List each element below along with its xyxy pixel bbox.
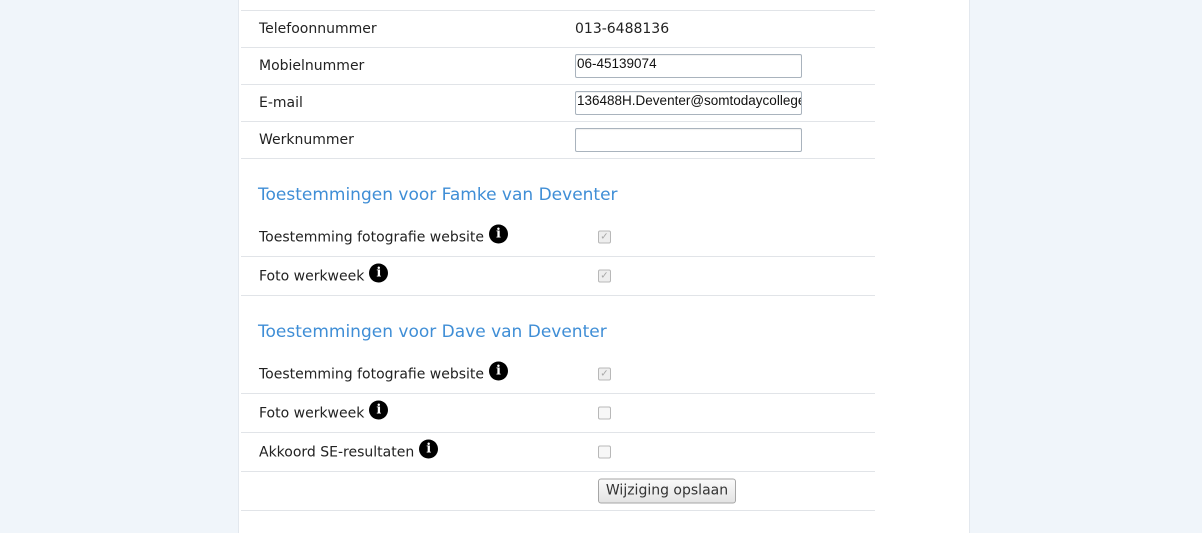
permission-label-text: Foto werkweek <box>259 268 365 284</box>
permission-row: Foto werkweek i <box>241 393 875 432</box>
email-label: E-mail <box>259 95 303 111</box>
permission-label-text: Foto werkweek <box>259 405 365 421</box>
label-cell <box>241 0 558 10</box>
work-label: Werknummer <box>259 132 354 148</box>
save-row: Wijziging opslaan <box>241 471 875 510</box>
label-cell: Foto werkweek i <box>241 394 558 432</box>
phone-label: Telefoonnummer <box>259 21 377 37</box>
permission-label-text: Akkoord SE-resultaten <box>259 444 415 460</box>
permission-row: Akkoord SE-resultaten i <box>241 432 875 471</box>
divider <box>241 510 875 512</box>
section-title-dave: Toestemmingen voor Dave van Deventer <box>241 295 875 355</box>
section-title-text: Toestemmingen voor Dave van Deventer <box>258 322 607 342</box>
permission-checkbox[interactable] <box>598 406 611 420</box>
value-cell <box>558 433 875 471</box>
mobile-label: Mobielnummer <box>259 58 365 74</box>
info-icon[interactable]: i <box>489 361 509 381</box>
permission-checkbox[interactable]: ✓ <box>598 269 611 283</box>
permission-row: Toestemming fotografie website i ✓ <box>241 218 875 256</box>
value-cell: 136488H.Deventer@somtodaycollege <box>558 85 875 121</box>
save-button[interactable]: Wijziging opslaan <box>598 478 736 504</box>
phone-row: Telefoonnummer 013-6488136 <box>241 10 875 47</box>
permission-label: Foto werkweek i <box>259 263 389 286</box>
label-cell: Toestemming fotografie website i <box>241 355 558 393</box>
value-cell: ✓ <box>558 355 875 393</box>
work-row: Werknummer <box>241 121 875 158</box>
permission-label-text: Toestemming fotografie website <box>259 229 485 245</box>
label-cell: Mobielnummer <box>241 48 558 84</box>
value-cell <box>558 0 875 10</box>
info-icon[interactable]: i <box>369 400 389 420</box>
value-cell <box>558 122 875 158</box>
page-panel: Telefoonnummer 013-6488136 Mobielnummer … <box>238 0 970 533</box>
permission-label: Foto werkweek i <box>259 400 389 423</box>
info-icon[interactable]: i <box>489 224 509 244</box>
value-cell: ✓ <box>558 257 875 295</box>
email-row: E-mail 136488H.Deventer@somtodaycollege <box>241 84 875 121</box>
value-cell: ✓ <box>558 218 875 256</box>
email-input[interactable]: 136488H.Deventer@somtodaycollege <box>575 91 802 115</box>
label-cell: Akkoord SE-resultaten i <box>241 433 558 471</box>
info-icon[interactable]: i <box>419 439 439 459</box>
label-cell: Foto werkweek i <box>241 257 558 295</box>
value-cell: 06-45139074 <box>558 48 875 84</box>
label-cell <box>241 472 558 510</box>
label-cell: Toestemming fotografie website i <box>241 218 558 256</box>
mobile-row: Mobielnummer 06-45139074 <box>241 47 875 84</box>
contact-form: Telefoonnummer 013-6488136 Mobielnummer … <box>241 0 875 512</box>
phone-value: 013-6488136 <box>575 21 670 37</box>
value-cell: 013-6488136 <box>558 11 875 47</box>
permission-checkbox[interactable]: ✓ <box>598 230 611 244</box>
label-cell: E-mail <box>241 85 558 121</box>
permission-checkbox[interactable] <box>598 445 611 459</box>
permission-row: Foto werkweek i ✓ <box>241 256 875 295</box>
permission-label: Toestemming fotografie website i <box>259 361 509 384</box>
info-icon[interactable]: i <box>369 263 389 283</box>
section-title-famke: Toestemmingen voor Famke van Deventer <box>241 158 875 218</box>
value-cell: Wijziging opslaan <box>558 472 875 510</box>
label-cell: Telefoonnummer <box>241 11 558 47</box>
mobile-input[interactable]: 06-45139074 <box>575 54 802 78</box>
permission-label-text: Toestemming fotografie website <box>259 366 485 382</box>
permission-row: Toestemming fotografie website i ✓ <box>241 355 875 393</box>
permission-label: Toestemming fotografie website i <box>259 224 509 247</box>
table-row-top <box>241 0 875 10</box>
work-number-input[interactable] <box>575 128 802 152</box>
section-title-text: Toestemmingen voor Famke van Deventer <box>258 185 618 205</box>
value-cell <box>558 394 875 432</box>
permission-label: Akkoord SE-resultaten i <box>259 439 439 462</box>
permission-checkbox[interactable]: ✓ <box>598 367 611 381</box>
label-cell: Werknummer <box>241 122 558 158</box>
